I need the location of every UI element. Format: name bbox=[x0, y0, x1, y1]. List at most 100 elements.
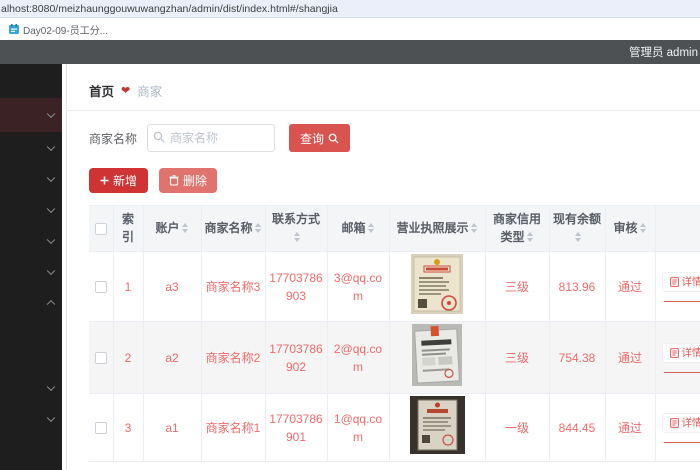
table-row: 2 a2 商家名称2 17703786902 2@qq.com 三级 754.3… bbox=[89, 321, 700, 394]
detail-button[interactable]: 详情 bbox=[661, 271, 700, 292]
cell-name: 商家名称2 bbox=[201, 321, 266, 394]
header-audit[interactable]: 审核 bbox=[605, 205, 656, 252]
search-box bbox=[147, 124, 276, 152]
browser-tab[interactable]: Day02-09-员工分... bbox=[9, 22, 108, 37]
sidebar-item-4[interactable] bbox=[0, 194, 62, 225]
header-phone[interactable]: 联系方式 bbox=[265, 205, 328, 252]
cell-credit: 三级 bbox=[485, 251, 550, 322]
header-license[interactable]: 营业执照展示 bbox=[389, 205, 486, 252]
cell-phone: 17703786901 bbox=[265, 393, 328, 462]
document-icon bbox=[669, 417, 679, 428]
cell-balance: 813.96 bbox=[549, 251, 606, 322]
sort-caret-icon[interactable] bbox=[526, 231, 534, 242]
delete-button-label: 删除 bbox=[183, 174, 208, 188]
sidebar-menu bbox=[0, 64, 62, 470]
cell-credit: 一级 bbox=[485, 393, 550, 462]
document-icon bbox=[669, 347, 679, 358]
table-header-row: 索引 账户 商家名称 联系方式 邮箱 营业执照展示 商家信用类型 现有余额 审核 bbox=[89, 205, 700, 252]
action-divider bbox=[663, 300, 700, 302]
business-license-image[interactable] bbox=[409, 396, 465, 454]
header-account[interactable]: 账户 bbox=[143, 205, 202, 252]
sidebar-subitem-2[interactable] bbox=[0, 345, 62, 372]
toolbar: 新增 删除 bbox=[89, 168, 700, 193]
document-icon bbox=[669, 276, 679, 287]
detail-button-label: 详情 bbox=[681, 276, 700, 288]
action-divider bbox=[663, 441, 700, 443]
cell-credit: 三级 bbox=[485, 321, 550, 394]
header-credit[interactable]: 商家信用类型 bbox=[485, 205, 550, 252]
sidebar-item-8[interactable] bbox=[0, 403, 62, 434]
admin-user-label[interactable]: 管理员 admin bbox=[629, 44, 700, 60]
chevron-down-icon bbox=[46, 204, 56, 213]
cell-name: 商家名称1 bbox=[201, 393, 266, 462]
detail-button[interactable]: 详情 bbox=[661, 412, 700, 433]
delete-button[interactable]: 删除 bbox=[159, 168, 218, 193]
search-label: 商家名称 bbox=[89, 131, 138, 146]
cell-phone: 17703786902 bbox=[265, 321, 328, 394]
cell-index: 2 bbox=[113, 321, 144, 394]
sort-caret-icon[interactable] bbox=[293, 231, 301, 242]
tab-title: Day02-09-员工分... bbox=[23, 25, 109, 37]
table-row: 3 a1 商家名称1 17703786901 1@qq.com 一级 844.4… bbox=[89, 393, 700, 462]
cell-account: a1 bbox=[143, 393, 202, 462]
search-icon bbox=[153, 131, 165, 143]
sidebar-item-3[interactable] bbox=[0, 163, 62, 194]
breadcrumb-current: 商家 bbox=[137, 85, 163, 99]
chevron-down-icon bbox=[46, 142, 56, 151]
search-input[interactable] bbox=[147, 124, 276, 152]
row-checkbox[interactable] bbox=[94, 422, 107, 435]
add-button[interactable]: 新增 bbox=[89, 168, 149, 193]
header-email[interactable]: 邮箱 bbox=[327, 205, 390, 252]
header-balance[interactable]: 现有余额 bbox=[549, 205, 606, 252]
detail-button-label: 详情 bbox=[681, 417, 700, 429]
sidebar-item-7[interactable] bbox=[0, 372, 62, 403]
browser-url-bar[interactable]: alhost:8080/meizhaunggouwuwangzhan/admin… bbox=[0, 0, 700, 18]
row-checkbox[interactable] bbox=[94, 281, 107, 294]
sort-caret-icon[interactable] bbox=[254, 222, 262, 233]
sort-caret-icon[interactable] bbox=[470, 222, 478, 233]
search-icon bbox=[328, 133, 339, 144]
sidebar-item-5[interactable] bbox=[0, 225, 62, 256]
breadcrumb-home[interactable]: 首页 bbox=[89, 81, 114, 100]
plus-icon bbox=[100, 176, 109, 185]
row-checkbox[interactable] bbox=[94, 352, 107, 365]
header-name[interactable]: 商家名称 bbox=[201, 205, 266, 252]
app-header: 管理员 admin bbox=[0, 40, 700, 64]
action-divider bbox=[663, 371, 700, 373]
sidebar-item-1[interactable] bbox=[0, 64, 62, 98]
sidebar-item-expanded[interactable] bbox=[0, 287, 62, 318]
cell-audit: 通过 bbox=[605, 321, 656, 394]
browser-window: alhost:8080/meizhaunggouwuwangzhan/admin… bbox=[0, 0, 700, 470]
cell-name: 商家名称3 bbox=[201, 251, 266, 322]
breadcrumb: 首页 ❤ 商家 bbox=[67, 64, 700, 111]
sidebar-item-active[interactable] bbox=[0, 98, 62, 132]
chevron-up-icon bbox=[46, 299, 56, 308]
chevron-down-icon bbox=[46, 173, 56, 182]
heart-separator-icon: ❤ bbox=[121, 85, 131, 97]
query-button[interactable]: 查询 bbox=[289, 124, 351, 152]
cell-audit: 通过 bbox=[605, 393, 656, 462]
sort-caret-icon[interactable] bbox=[367, 222, 375, 233]
sidebar-subitem-1[interactable] bbox=[0, 318, 62, 345]
cell-account: a2 bbox=[143, 321, 202, 394]
select-all-checkbox[interactable] bbox=[94, 222, 107, 235]
sort-caret-icon[interactable] bbox=[574, 231, 582, 242]
sidebar-item-6[interactable] bbox=[0, 256, 62, 287]
detail-button-label: 详情 bbox=[681, 347, 700, 359]
sort-caret-icon[interactable] bbox=[181, 222, 189, 233]
tab-favicon-icon bbox=[9, 24, 19, 34]
sort-caret-icon[interactable] bbox=[639, 222, 647, 233]
cell-email: 2@qq.com bbox=[327, 321, 390, 394]
cell-phone: 17703786903 bbox=[265, 251, 328, 322]
business-license-image[interactable] bbox=[412, 324, 462, 386]
cell-index: 1 bbox=[113, 251, 144, 322]
browser-tab-strip: Day02-09-员工分... bbox=[0, 18, 700, 40]
business-license-image[interactable] bbox=[411, 254, 463, 314]
table-row: 1 a3 商家名称3 17703786903 3@qq.com 三级 813.9… bbox=[89, 251, 700, 322]
detail-button[interactable]: 详情 bbox=[661, 342, 700, 363]
main-content: 首页 ❤ 商家 商家名称 查询 bbox=[66, 64, 700, 470]
sidebar-item-2[interactable] bbox=[0, 132, 62, 163]
chevron-down-icon bbox=[46, 382, 56, 391]
chevron-down-icon bbox=[46, 413, 56, 422]
header-index[interactable]: 索引 bbox=[113, 205, 144, 252]
